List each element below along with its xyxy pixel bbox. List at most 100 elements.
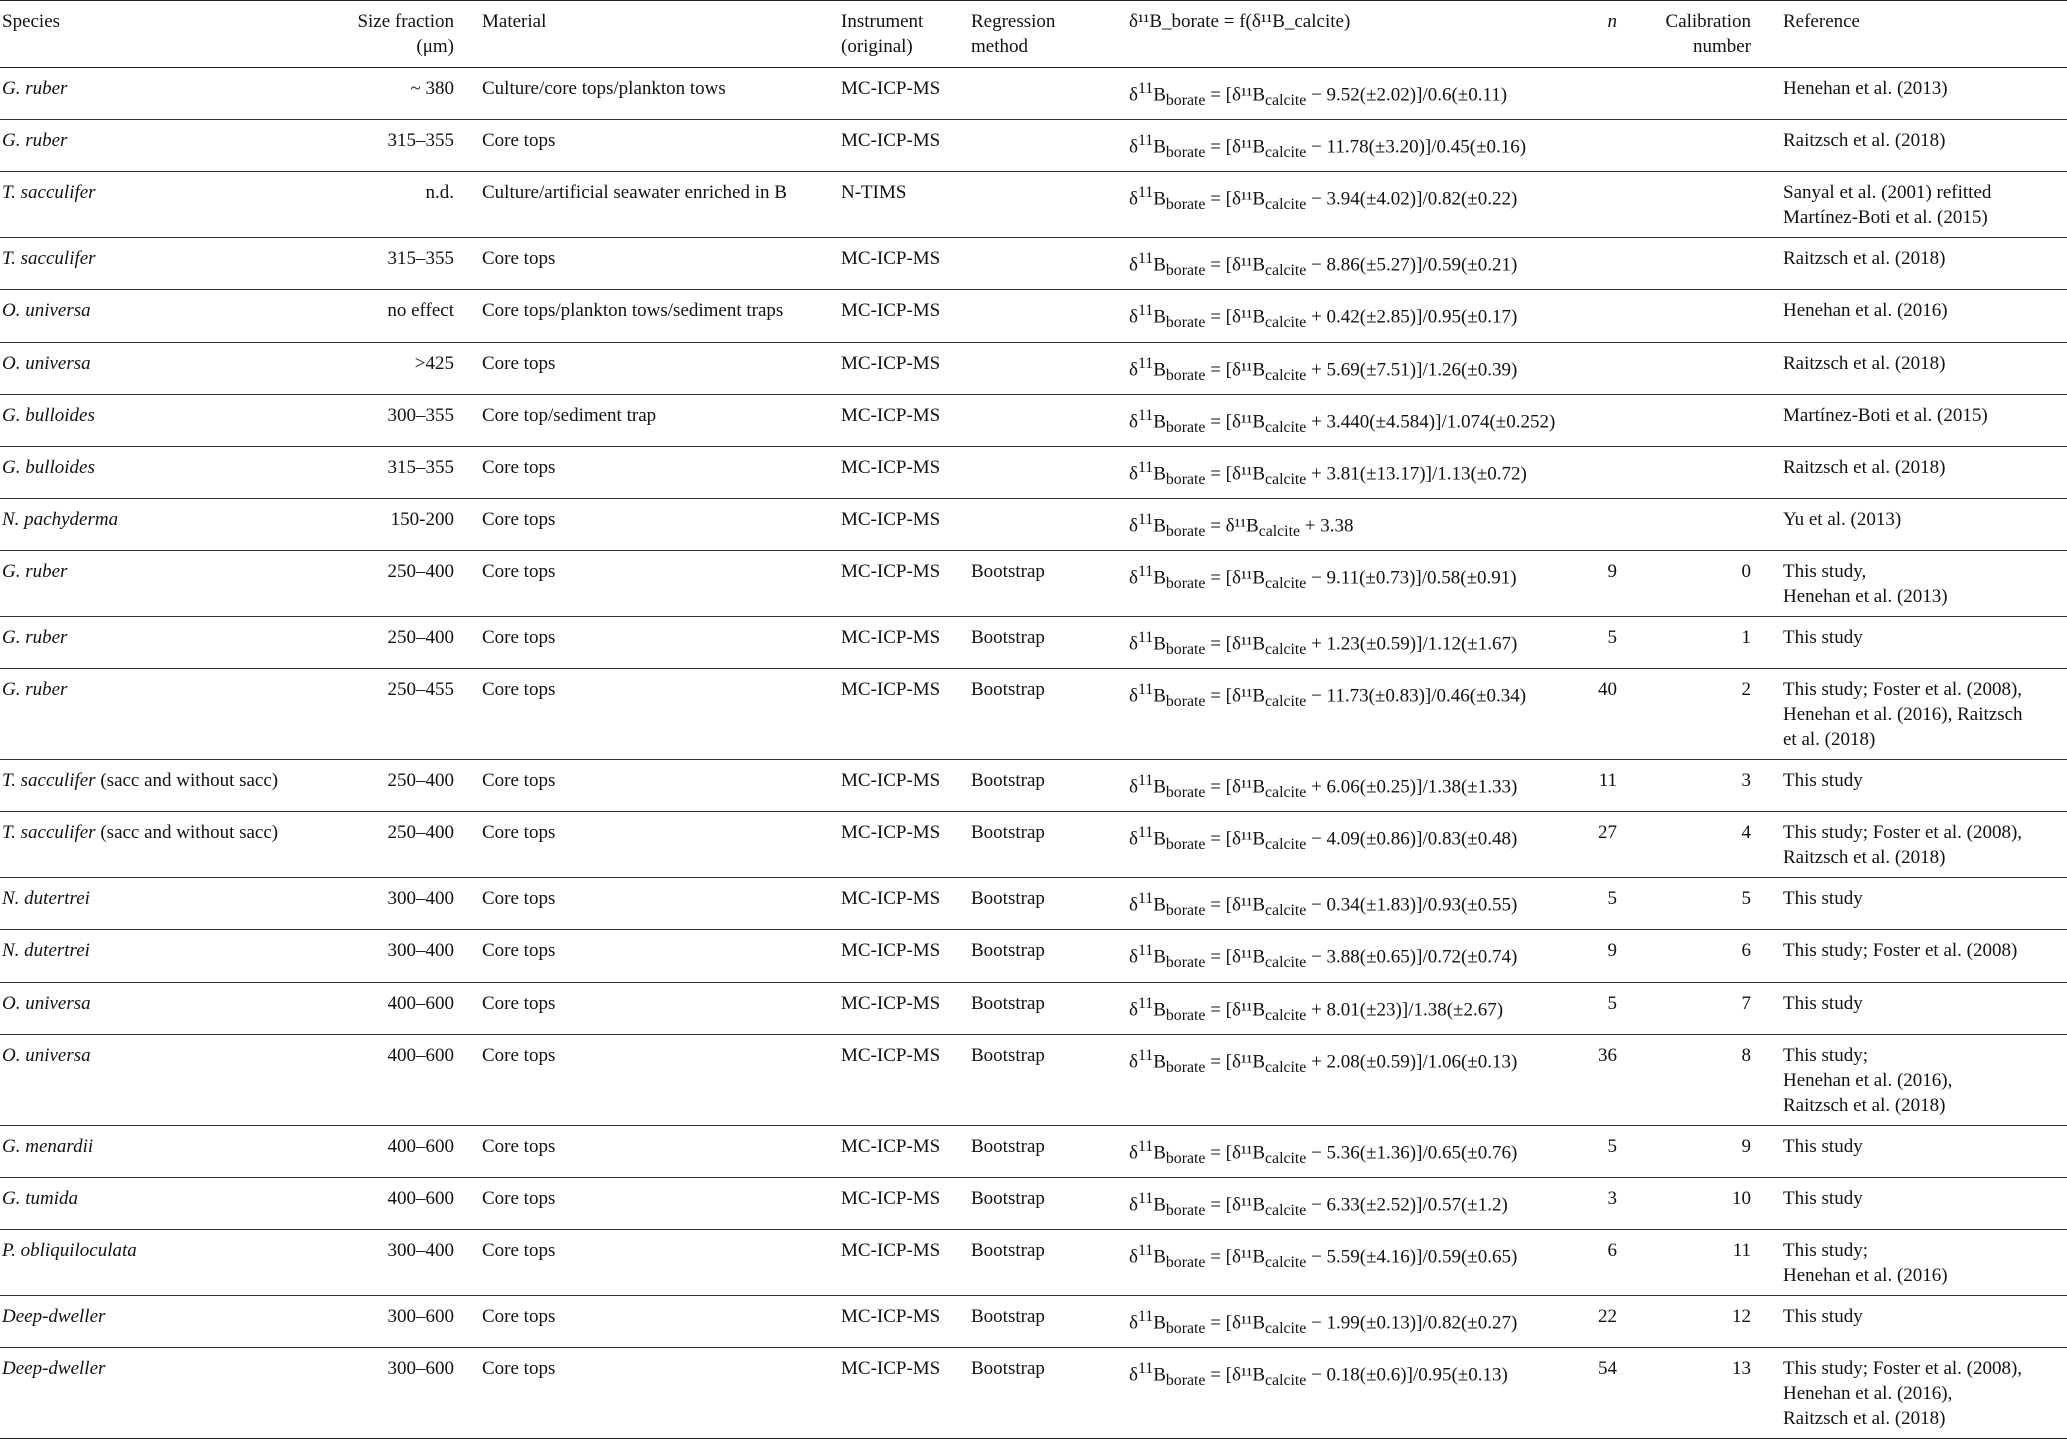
table-row: O. universa >425 Core tops MC-ICP-MS δ11…: [0, 342, 2067, 395]
reference-line: This study;: [1783, 1239, 1868, 1261]
material-cell: Culture/artificial seawater enriched in …: [482, 182, 787, 204]
calibration-number-cell: 1: [1741, 627, 1752, 648]
equation-suffix: + 8.01(±23)]/1.38(±2.67): [1311, 998, 1504, 1020]
n-cell: [1550, 498, 1625, 550]
reference-line: This study,: [1783, 561, 1867, 582]
table-row: N. pachyderma 150-200 Core tops MC-ICP-M…: [0, 498, 2067, 551]
table-row: G. ruber ~ 380 Culture/core tops/plankto…: [0, 68, 2067, 120]
material-cell: Core tops: [482, 456, 556, 478]
equation-prefix: [δ¹¹B: [1225, 358, 1266, 380]
species-note: (sacc and without sacc): [95, 822, 279, 844]
reference-line: Henehan et al. (2013): [1783, 586, 1948, 607]
n-cell: 40: [1598, 679, 1617, 701]
equation-prefix: [δ¹¹B: [1225, 946, 1266, 968]
equation-suffix: − 5.59(±4.16)]/0.59(±0.65): [1311, 1246, 1518, 1268]
equation-prefix: [δ¹¹B: [1225, 306, 1266, 328]
equation-prefix: [δ¹¹B: [1225, 1141, 1266, 1163]
species-name: G. bulloides: [2, 404, 95, 426]
reference-cell: Yu et al. (2013): [1759, 498, 2067, 550]
equation-suffix: − 8.86(±5.27)]/0.59(±0.21): [1311, 254, 1518, 276]
material-cell: Core tops: [482, 679, 556, 701]
equation-suffix: − 11.78(±3.20)]/0.45(±0.16): [1311, 136, 1527, 158]
n-cell: 6: [1607, 1239, 1618, 1261]
instrument-cell: MC-ICP-MS: [841, 1358, 941, 1379]
material-cell: Core tops: [482, 1187, 556, 1209]
reference-cell: Martínez-Boti et al. (2015): [1759, 394, 2067, 446]
species-name: N. pachyderma: [2, 508, 119, 530]
table-row: Deep-dweller 300–600 Core tops MC-ICP-MS…: [0, 1295, 2067, 1348]
n-cell: 11: [1598, 770, 1617, 792]
material-cell: Core tops: [482, 1358, 556, 1379]
calibration-number-cell: [1625, 290, 1759, 342]
regression-method-cell: Bootstrap: [971, 1135, 1045, 1157]
reference-cell: This study: [1759, 1125, 2067, 1177]
reference-cell: This study: [1759, 760, 2067, 812]
equation-suffix: + 5.69(±7.51)]/1.26(±0.39): [1311, 358, 1518, 380]
table-row: G. ruber 250–455 Core tops MC-ICP-MS Boo…: [0, 669, 2067, 760]
equation-prefix: [δ¹¹B: [1225, 1312, 1266, 1334]
n-cell: [1550, 342, 1625, 394]
reference-line: Martínez-Boti et al. (2015): [1783, 404, 1988, 426]
table-row: T. sacculifer (sacc and without sacc) 25…: [0, 812, 2067, 878]
reference-line: Henehan et al. (2016),: [1783, 1069, 1953, 1091]
calibration-number-cell: 0: [1741, 561, 1752, 582]
calibration-number-cell: [1625, 238, 1759, 290]
species-name: G. ruber: [2, 78, 68, 99]
regression-method-cell: Bootstrap: [971, 1305, 1045, 1327]
equation-prefix: [δ¹¹B: [1225, 685, 1266, 707]
regression-method-cell: [957, 120, 1075, 172]
regression-method-cell: [957, 342, 1075, 394]
table-row: G. ruber 250–400 Core tops MC-ICP-MS Boo…: [0, 617, 2067, 669]
calibration-number-cell: 5: [1741, 888, 1752, 910]
species-cell: G. menardii: [0, 1125, 336, 1177]
reference-line: This study; Foster et al. (2008): [1783, 940, 2018, 962]
calibration-table-container: Species Size fraction (μm) Material Inst…: [0, 0, 2067, 1439]
instrument-cell: MC-ICP-MS: [841, 940, 941, 962]
size-fraction-cell: 400–600: [387, 1187, 455, 1209]
reference-line: Henehan et al. (2013): [1783, 78, 1948, 99]
n-cell: [1550, 172, 1625, 238]
equation-cell: δ11Bborate = [δ¹¹Bcalcite − 9.52(±2.02)]…: [1129, 80, 1508, 110]
equation-suffix: + 2.08(±0.59)]/1.06(±0.13): [1311, 1050, 1518, 1072]
equation-cell: δ11Bborate = [δ¹¹Bcalcite − 8.86(±5.27)]…: [1129, 250, 1518, 280]
size-fraction-cell: 250–400: [387, 770, 455, 792]
header-calibration-number: Calibration number: [1665, 11, 1751, 57]
instrument-cell: MC-ICP-MS: [841, 1135, 941, 1157]
instrument-cell: MC-ICP-MS: [841, 456, 941, 478]
species-name: O. universa: [2, 300, 91, 322]
regression-method-cell: [957, 446, 1075, 498]
equation-suffix: + 3.81(±13.17)]/1.13(±0.72): [1311, 463, 1527, 485]
regression-method-cell: [957, 290, 1075, 342]
equation-suffix: − 11.73(±0.83)]/0.46(±0.34): [1311, 685, 1527, 707]
reference-cell: This study: [1759, 617, 2067, 669]
instrument-cell: MC-ICP-MS: [841, 770, 941, 792]
table-row: G. bulloides 300–355 Core top/sediment t…: [0, 394, 2067, 447]
species-cell: T. sacculifer (sacc and without sacc): [0, 812, 336, 878]
calibration-number-cell: [1625, 394, 1759, 446]
regression-method-cell: Bootstrap: [971, 1044, 1045, 1066]
material-cell: Core tops: [482, 561, 556, 582]
equation-suffix: − 9.52(±2.02)]/0.6(±0.11): [1311, 84, 1508, 106]
size-fraction-cell: 400–600: [387, 992, 455, 1014]
species-name: G. menardii: [2, 1135, 94, 1157]
equation-cell: δ11Bborate = [δ¹¹Bcalcite + 3.81(±13.17)…: [1129, 458, 1527, 488]
reference-line: This study: [1783, 770, 1863, 792]
size-fraction-cell: 315–355: [387, 456, 455, 478]
calibration-number-cell: 7: [1741, 992, 1752, 1014]
regression-method-cell: [957, 172, 1075, 238]
table-row: T. sacculifer n.d. Culture/artificial se…: [0, 172, 2067, 238]
reference-cell: This study: [1759, 1295, 2067, 1347]
calibration-number-cell: 4: [1741, 822, 1752, 844]
species-cell: Deep-dweller: [0, 1348, 336, 1439]
regression-method-cell: Bootstrap: [971, 822, 1045, 844]
species-name: T. sacculifer: [2, 248, 96, 270]
table-row: N. dutertrei 300–400 Core tops MC-ICP-MS…: [0, 878, 2067, 930]
species-name: Deep-dweller: [2, 1305, 106, 1327]
equation-cell: δ11Bborate = [δ¹¹Bcalcite + 5.69(±7.51)]…: [1129, 354, 1518, 384]
equation-prefix: [δ¹¹B: [1225, 894, 1266, 916]
reference-cell: This study; Foster et al. (2008), Raitzsc…: [1759, 812, 2067, 878]
regression-method-cell: Bootstrap: [971, 770, 1045, 792]
calibration-number-cell: 3: [1741, 770, 1752, 792]
size-fraction-cell: 400–600: [387, 1135, 455, 1157]
instrument-cell: MC-ICP-MS: [841, 1187, 941, 1209]
